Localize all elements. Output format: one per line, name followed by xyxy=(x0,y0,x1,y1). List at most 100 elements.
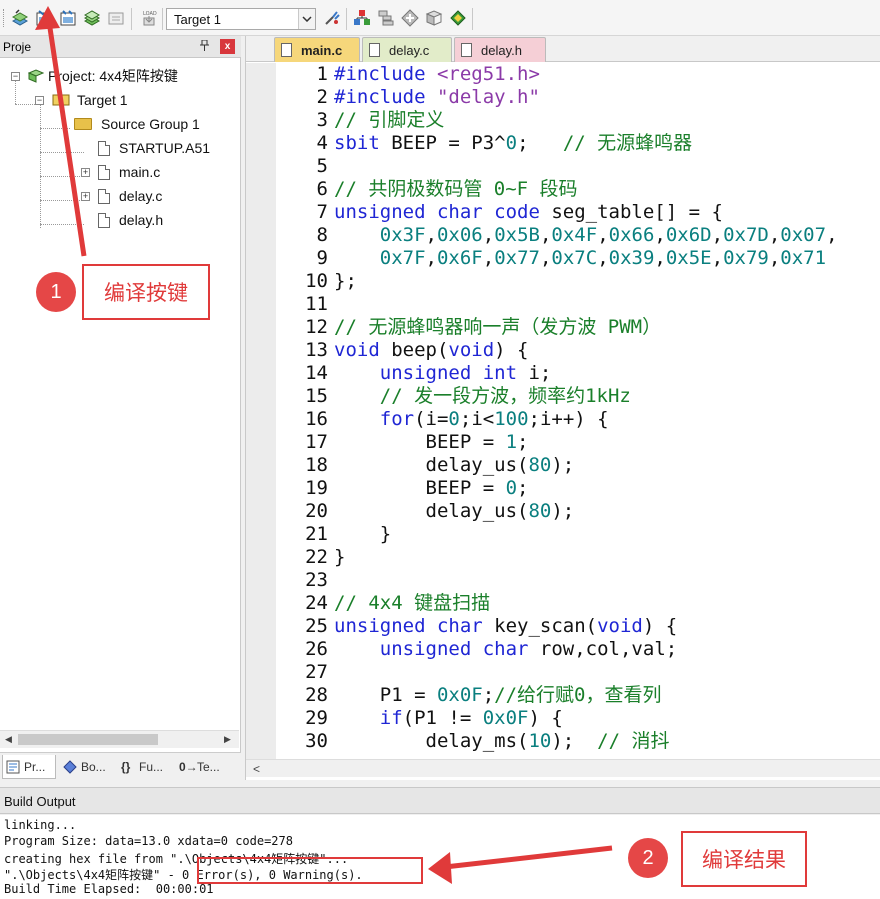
code-editor: main.c delay.c delay.h 1 #include <reg51.… xyxy=(245,36,880,780)
code-token: void xyxy=(448,339,495,361)
line-number: 2 xyxy=(316,86,328,108)
collapse-project-icon[interactable]: − xyxy=(11,72,20,81)
code-token: ) { xyxy=(528,707,563,729)
chevron-down-icon[interactable] xyxy=(298,9,315,29)
tab-label: delay.c xyxy=(389,42,430,58)
project-label: Project: 4x4矩阵按键 xyxy=(48,68,178,84)
code-token: ; xyxy=(517,477,529,499)
code-token: 0x6F xyxy=(436,247,483,269)
line-number: 26 xyxy=(305,638,328,660)
download-icon[interactable]: LOAD xyxy=(139,8,159,28)
line-number: 12 xyxy=(305,316,328,338)
batch-build-icon[interactable] xyxy=(82,8,102,28)
expand-delay-icon[interactable]: + xyxy=(81,192,90,201)
code-text: unsigned int i; xyxy=(334,362,552,385)
tree-item-file[interactable]: delay.c xyxy=(98,185,162,207)
panel-tab-bar: Pr... Bo... {} Fu... 0→ Te... xyxy=(0,752,241,780)
code-text: delay_us(80); xyxy=(334,500,575,523)
code-token: ; xyxy=(482,684,495,706)
expand-main-icon[interactable]: + xyxy=(81,168,90,177)
tree-item-file[interactable]: STARTUP.A51 xyxy=(98,137,210,159)
scroll-left-icon[interactable]: ◀ xyxy=(5,734,12,745)
tree-item-project[interactable]: Project: 4x4矩阵按键 xyxy=(27,65,178,87)
stop-build-icon[interactable] xyxy=(106,8,126,28)
close-icon[interactable]: x xyxy=(220,39,235,54)
code-token: , xyxy=(654,247,666,269)
scroll-left-icon[interactable]: < xyxy=(253,762,260,776)
tab-label: Pr... xyxy=(24,759,46,774)
line-number: 6 xyxy=(316,178,328,200)
code-text: #include "delay.h" xyxy=(334,86,540,109)
collapse-target-icon[interactable]: − xyxy=(35,96,44,105)
code-token: 80 xyxy=(528,500,552,522)
line-number: 3 xyxy=(316,109,328,131)
file-extensions-icon[interactable] xyxy=(376,8,396,28)
line-number: 18 xyxy=(305,454,328,476)
toolbar-grip[interactable] xyxy=(3,9,6,27)
tab-books[interactable]: Bo... xyxy=(60,755,114,779)
manage-components-icon[interactable] xyxy=(352,8,372,28)
rebuild-icon[interactable] xyxy=(58,8,78,28)
code-token: , xyxy=(768,224,781,246)
line-number: 7 xyxy=(316,201,328,223)
tree-item-source-group[interactable]: Source Group 1 xyxy=(74,113,200,135)
code-text: } xyxy=(334,546,345,569)
scroll-thumb[interactable] xyxy=(18,734,158,745)
tab-templates[interactable]: 0→ Te... xyxy=(176,755,232,779)
tree-item-file[interactable]: main.c xyxy=(98,161,160,183)
line-number: 25 xyxy=(305,615,328,637)
line-number: 1 xyxy=(316,63,328,85)
code-token: 0x77 xyxy=(494,247,540,269)
line-number: 23 xyxy=(305,569,328,591)
file-icon xyxy=(98,140,110,156)
translate-icon[interactable] xyxy=(10,8,30,28)
device-icon[interactable] xyxy=(448,8,468,28)
code-text: // 发一段方波，频率约1kHz xyxy=(334,385,631,408)
code-token: , xyxy=(826,224,838,246)
code-token: void xyxy=(334,339,380,361)
code-token: }; xyxy=(334,270,357,292)
line-number: 4 xyxy=(316,132,328,154)
code-token: //给行赋0，查看列 xyxy=(494,684,662,706)
tree-item-target[interactable]: Target 1 xyxy=(52,89,128,111)
annotation-marker-2: 2 xyxy=(628,838,668,878)
project-horizontal-scrollbar[interactable]: ◀ ▶ xyxy=(0,730,239,748)
line-number: 19 xyxy=(305,477,328,499)
line-number: 5 xyxy=(316,155,328,177)
editor-horizontal-scrollbar[interactable]: < xyxy=(246,759,880,777)
code-text: #include <reg51.h> xyxy=(334,63,540,86)
tab-main-c[interactable]: main.c xyxy=(274,37,360,62)
code-token: delay_us( xyxy=(334,500,529,522)
tree-item-file[interactable]: delay.h xyxy=(98,209,163,231)
code-text: // 共阴极数码管 0~F 段码 xyxy=(334,178,578,201)
select-packs-icon[interactable] xyxy=(400,8,420,28)
code-token: , xyxy=(482,247,495,269)
target-options-icon[interactable] xyxy=(322,8,342,28)
tab-functions[interactable]: {} Fu... xyxy=(118,755,172,779)
tab-label: Te... xyxy=(197,760,220,774)
code-token: key_scan( xyxy=(482,615,598,637)
build-icon[interactable] xyxy=(34,8,54,28)
target-select[interactable]: Target 1 xyxy=(166,8,316,30)
pin-icon[interactable] xyxy=(200,39,209,54)
code-area[interactable]: 1 #include <reg51.h> 2 #include "delay.h" 3 /… xyxy=(276,63,880,759)
tab-label: Fu... xyxy=(139,760,164,774)
scroll-right-icon[interactable]: ▶ xyxy=(224,734,231,745)
log-line: Build Time Elapsed: 00:00:01 xyxy=(4,882,214,896)
tab-delay-c[interactable]: delay.c xyxy=(362,37,452,62)
line-number: 22 xyxy=(305,546,328,568)
tab-delay-h[interactable]: delay.h xyxy=(454,37,546,62)
line-number: 29 xyxy=(305,707,328,729)
code-token: 0 xyxy=(448,408,460,430)
code-token: unsigned char xyxy=(334,615,483,637)
file-icon xyxy=(98,164,110,180)
code-token: 80 xyxy=(528,454,552,476)
code-token: , xyxy=(654,224,666,246)
pack-installer-icon[interactable] xyxy=(424,8,444,28)
tab-project[interactable]: Pr... xyxy=(2,755,56,779)
log-line: Program Size: data=13.0 xdata=0 code=278 xyxy=(4,834,293,848)
